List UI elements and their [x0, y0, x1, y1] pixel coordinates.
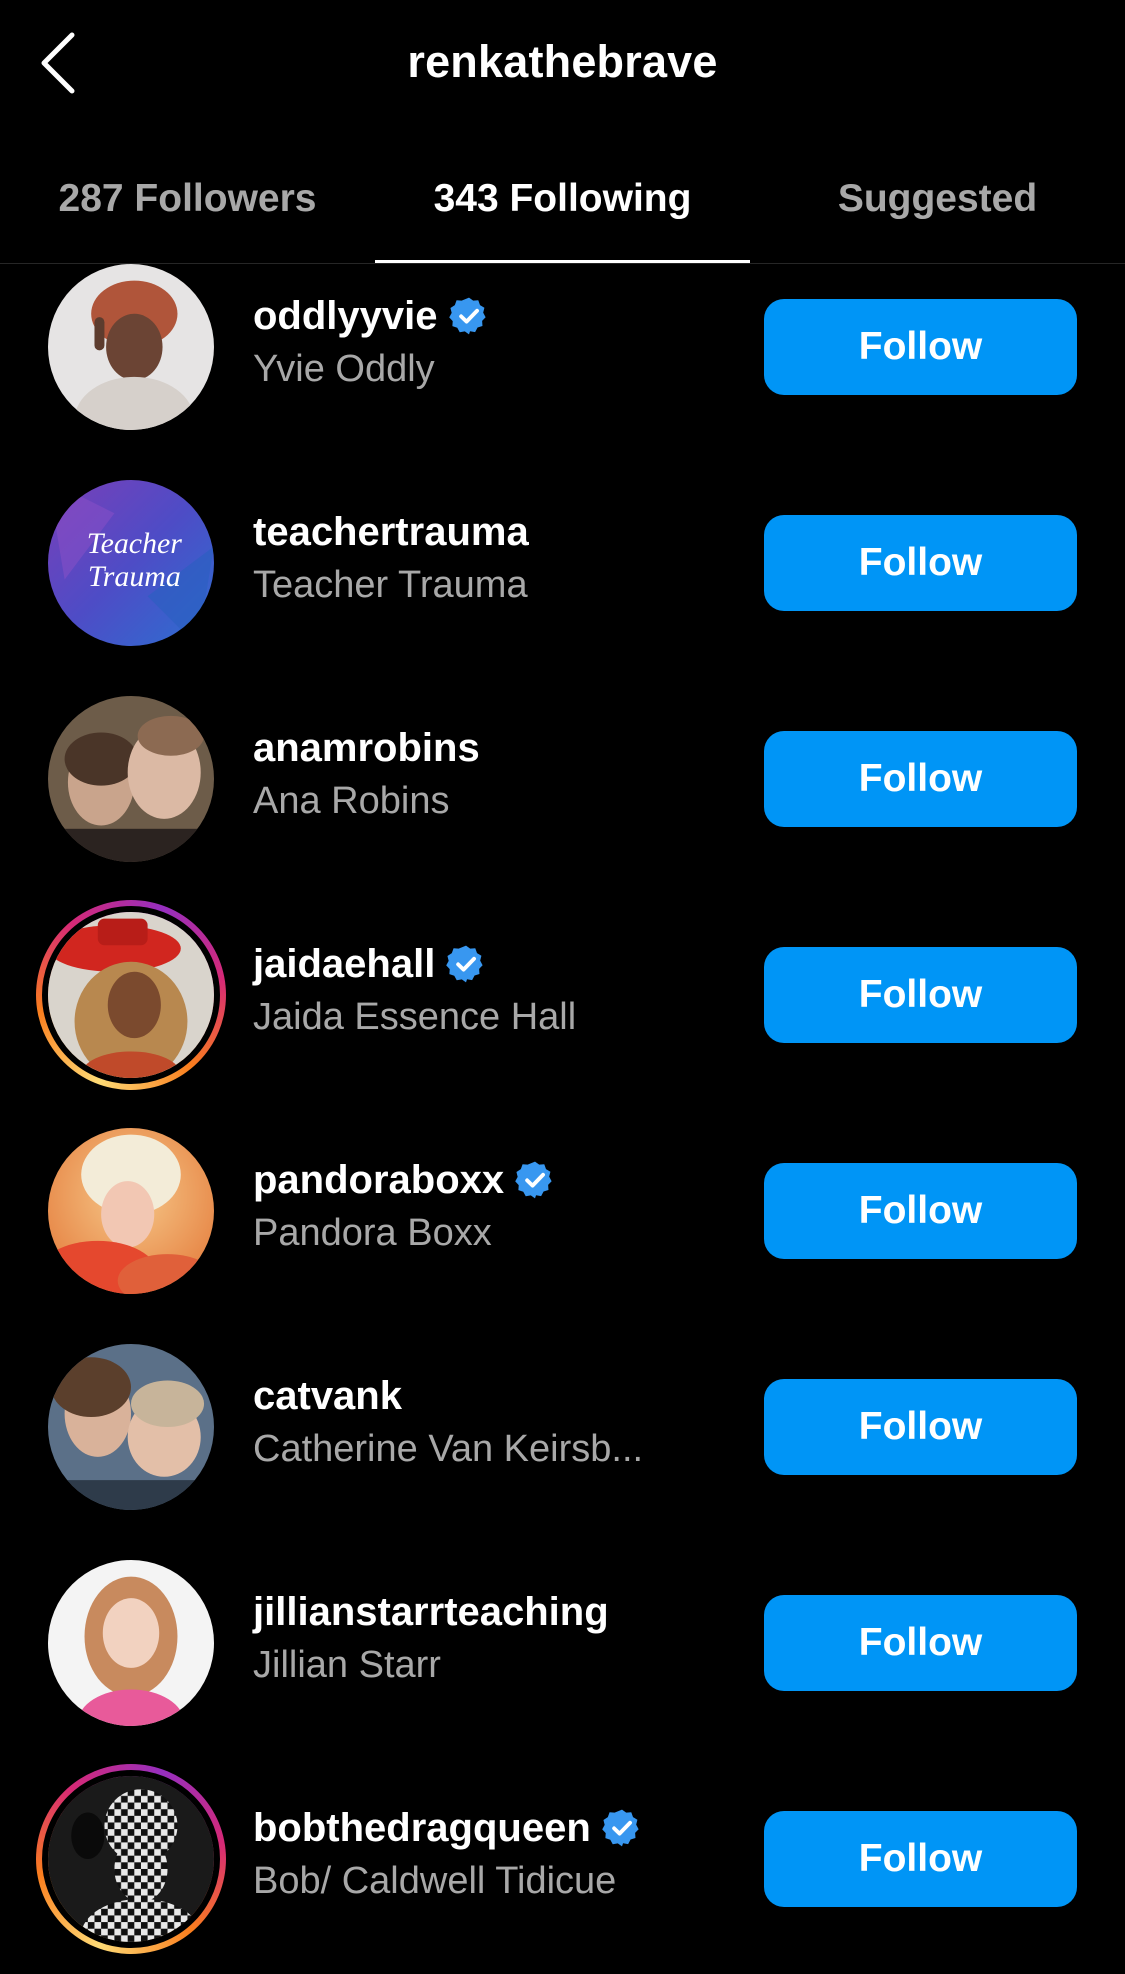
- verified-badge-icon: [448, 297, 486, 335]
- avatar[interactable]: [48, 696, 214, 862]
- avatar[interactable]: [48, 1128, 214, 1294]
- avatar[interactable]: [48, 1560, 214, 1726]
- tab-following[interactable]: 343 Following: [375, 134, 750, 264]
- full-name: Pandora Boxx: [253, 1212, 492, 1254]
- follow-button[interactable]: Follow: [764, 299, 1077, 395]
- list-item: Teacher Trauma teachertrauma Teacher Tra…: [0, 480, 1125, 696]
- follow-button[interactable]: Follow: [764, 731, 1077, 827]
- tab-followers[interactable]: 287 Followers: [0, 134, 375, 264]
- username[interactable]: teachertrauma: [253, 510, 529, 555]
- full-name: Jillian Starr: [253, 1644, 441, 1686]
- list-item: anamrobins Ana Robins Follow: [0, 696, 1125, 912]
- username[interactable]: oddlyyvie: [253, 294, 438, 339]
- avatar-text-line-2: Trauma: [88, 560, 181, 593]
- avatar-text-line-1: Teacher: [87, 527, 183, 560]
- avatar[interactable]: [48, 1344, 214, 1510]
- avatar[interactable]: Teacher Trauma: [48, 480, 214, 646]
- following-list[interactable]: oddlyyvie Yvie Oddly Follow Teacher Trau…: [0, 264, 1125, 1974]
- full-name: Teacher Trauma: [253, 564, 528, 606]
- full-name: Yvie Oddly: [253, 348, 435, 390]
- verified-badge-icon: [602, 1809, 639, 1847]
- username[interactable]: pandoraboxx: [253, 1158, 504, 1203]
- username[interactable]: catvank: [253, 1374, 402, 1419]
- follow-button[interactable]: Follow: [764, 1163, 1077, 1259]
- username[interactable]: bobthedragqueen: [253, 1806, 591, 1851]
- full-name: Ana Robins: [253, 780, 450, 822]
- list-item: pandoraboxx Pandora Boxx Follow: [0, 1128, 1125, 1344]
- tab-bar: 287 Followers 343 Following Suggested: [0, 134, 1125, 264]
- list-item: oddlyyvie Yvie Oddly Follow: [0, 264, 1125, 480]
- list-item: jaidaehall Jaida Essence Hall Follow: [0, 900, 1125, 1128]
- username[interactable]: jaidaehall: [253, 942, 435, 987]
- username[interactable]: anamrobins: [253, 726, 480, 771]
- list-item: bobthedragqueen Bob/ Caldwell Tidicue Fo…: [0, 1764, 1125, 1974]
- follow-button[interactable]: Follow: [764, 1379, 1077, 1475]
- avatar-story-ring[interactable]: [36, 1764, 226, 1954]
- following-screen: renkathebrave 287 Followers 343 Followin…: [0, 0, 1125, 1974]
- list-item: jillianstarrteaching Jillian Starr Follo…: [0, 1560, 1125, 1776]
- avatar-story-ring[interactable]: [36, 900, 226, 1090]
- full-name: Jaida Essence Hall: [253, 996, 577, 1038]
- list-item: catvank Catherine Van Keirsb... Follow: [0, 1344, 1125, 1560]
- page-title: renkathebrave: [407, 36, 718, 87]
- verified-badge-icon: [446, 945, 483, 983]
- follow-button[interactable]: Follow: [764, 1811, 1077, 1907]
- verified-badge-icon: [515, 1161, 552, 1199]
- full-name: Catherine Van Keirsb...: [253, 1428, 644, 1470]
- username[interactable]: jillianstarrteaching: [253, 1590, 609, 1635]
- follow-button[interactable]: Follow: [764, 947, 1077, 1043]
- header: renkathebrave: [0, 0, 1125, 134]
- follow-button[interactable]: Follow: [764, 515, 1077, 611]
- full-name: Bob/ Caldwell Tidicue: [253, 1860, 617, 1902]
- tab-suggested[interactable]: Suggested: [750, 134, 1125, 264]
- avatar[interactable]: [48, 264, 214, 430]
- follow-button[interactable]: Follow: [764, 1595, 1077, 1691]
- active-tab-indicator: [375, 260, 750, 263]
